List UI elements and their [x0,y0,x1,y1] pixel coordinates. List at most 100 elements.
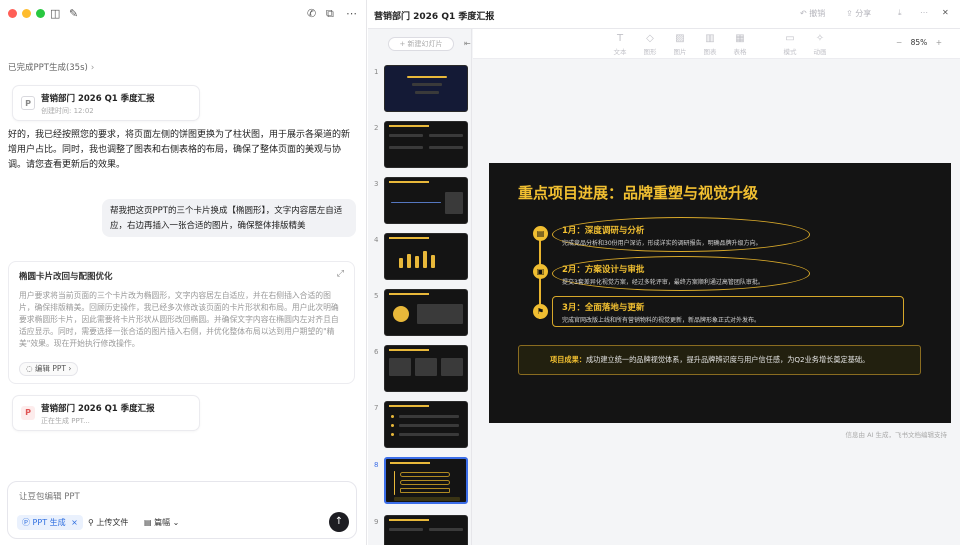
zoom-out-button[interactable]: − [896,38,902,47]
undo-button[interactable]: ↶ 撤销 [800,8,825,19]
file-created-time: 创建时间: 12:02 [41,107,94,115]
close-icon[interactable]: ✕ [942,8,949,17]
slide-canvas[interactable]: 重点项目进展：品牌重塑与视觉升级 ▤ 1月：深度调研与分析 完成竞品分析和30份… [489,163,951,423]
thumb-result [394,497,460,501]
thumb-dot [391,424,394,427]
slide-thumbnail-panel: + 新建幻灯片 ⇤ 1 2 3 4 5 6 7 8 9 [368,29,472,545]
item-text-1: 完成竞品分析和30份用户深访，形成详实的调研报告，明确品牌升级方向。 [562,240,762,247]
table-tool-label: 表格 [733,48,747,56]
slide-title[interactable]: 重点项目进展：品牌重塑与视觉升级 [518,182,758,203]
ppt-file-card-generating[interactable]: P 营销部门 2026 Q1 季度汇报 正在生成 PPT... [12,395,200,431]
user-message: 帮我把这页PPT的三个卡片换成【椭圆形】，文字内容居左自适应，右边再插入一张合适… [102,199,356,237]
thinking-body: 用户要求将当前页面的三个卡片改为椭圆形，文字内容居左自适应，并在右侧插入合适的图… [19,291,339,348]
ppt-mode-chip[interactable]: Ⓟ PPT 生成 × [17,515,83,530]
chat-pane: ◫ ✎ ✆ ⧉ ⋯ 已完成PPT生成(35s) › P 营销部门 2026 Q1 … [0,0,367,545]
thumb-title [389,181,429,183]
shape-tool[interactable]: ◇ 图形 [637,33,663,56]
new-slide-button[interactable]: + 新建幻灯片 [388,37,454,51]
undo-icon: ↶ [800,9,807,18]
file-generating-status: 正在生成 PPT... [41,417,90,425]
mode-tool[interactable]: ▭ 模式 [777,33,803,56]
length-dropdown[interactable]: ▤ 篇幅 ⌄ [144,515,179,530]
collapse-panel-icon[interactable]: ⇤ [464,39,471,48]
status-text: 已完成PPT生成(35s) [8,63,88,73]
minimize-window-button[interactable] [22,9,31,18]
animation-icon: ✧ [815,33,825,44]
thumb-timeline [394,471,395,495]
slide-thumbnail-2[interactable] [384,121,468,168]
slide-thumbnail-3[interactable] [384,177,468,224]
length-label: 篇幅 [154,518,171,527]
slide-thumbnail-7[interactable] [384,401,468,448]
zoom-level[interactable]: 85% [911,38,928,47]
slide-number: 5 [374,292,379,300]
chat-input[interactable] [19,492,319,502]
thumb-line [399,433,459,436]
thinking-card: 椭圆卡片改回与配图优化 ⤢ 用户要求将当前页面的三个卡片改为椭圆形，文字内容居左… [8,261,355,384]
slide-thumbnail-5[interactable] [384,289,468,336]
thumb-table [417,304,463,324]
slide-thumbnail-6[interactable] [384,345,468,392]
more-icon[interactable]: ⋯ [920,8,928,17]
chart-tool-label: 图表 [703,48,717,56]
generation-status[interactable]: 已完成PPT生成(35s) › [8,61,94,73]
thumb-title [389,125,429,127]
thumb-line [399,424,459,427]
project-result-box[interactable]: 项目成果：成功建立统一的品牌视觉体系，提升品牌辨识度与用户信任感，为Q2业务增长… [518,345,921,375]
slide-number: 4 [374,236,379,244]
thumb-pie [393,306,409,322]
slide-number-active: 8 [374,461,379,469]
download-icon[interactable]: ⤓ [898,8,902,18]
text-tool[interactable]: T 文本 [607,33,633,56]
chevron-right-icon: › [68,364,72,373]
thumb-title [389,293,429,295]
item-text-3: 完成官网改版上线和所有营销物料的视觉更新，新品牌形象正式对外发布。 [562,317,761,324]
animation-tool[interactable]: ✧ 动画 [807,33,833,56]
upload-file-button[interactable]: ⚲ 上传文件 [88,515,128,530]
chart-tool[interactable]: ▥ 图表 [697,33,723,56]
thumb-line [429,134,463,137]
shape-tool-label: 图形 [643,48,657,56]
thumb-bar [415,256,419,268]
slide-thumbnail-1[interactable] [384,65,468,112]
image-tool-label: 图片 [673,48,687,56]
share-screen-icon[interactable]: ⧉ [326,8,334,19]
thumb-title [389,519,429,521]
flag-icon: ⚑ [533,304,548,319]
ppt-file-card[interactable]: P 营销部门 2026 Q1 季度汇报 创建时间: 12:02 [12,85,200,121]
expand-icon[interactable]: ⤢ [337,269,344,279]
maximize-window-button[interactable] [36,9,45,18]
item-heading-3: 3月：全面落地与更新 [562,303,645,313]
project-result-label: 项目成果： [550,355,586,364]
image-tool[interactable]: ▨ 图片 [667,33,693,56]
edit-ppt-label: 编辑 PPT [34,364,66,373]
slide-thumbnail-8-active[interactable] [384,457,468,504]
thumb-card [415,358,437,376]
window-controls [8,9,45,18]
edit-ppt-chip[interactable]: ◌ 编辑 PPT › [19,362,79,376]
slide-thumbnail-9[interactable] [384,515,468,545]
thumb-line [399,415,459,418]
zoom-control: − 85% + [890,38,948,47]
thumb-bar [407,254,411,268]
thumb-bar [423,251,427,268]
phone-icon[interactable]: ✆ [307,8,316,19]
zoom-in-button[interactable]: + [936,38,942,47]
new-chat-icon[interactable]: ✎ [69,8,78,19]
sidebar-toggle-icon[interactable]: ◫ [50,8,60,19]
thumb-title [389,237,429,239]
send-button[interactable]: ↑ [329,512,349,532]
more-icon[interactable]: ⋯ [346,8,357,19]
slide-thumbnail-4[interactable] [384,233,468,280]
close-icon[interactable]: × [71,518,78,527]
close-window-button[interactable] [8,9,17,18]
thumb-line [389,146,423,149]
project-result-body: 成功建立统一的品牌视觉体系，提升品牌辨识度与用户信任感，为Q2业务增长奠定基础。 [585,355,870,364]
slide-number: 2 [374,124,379,132]
thumb-title [407,76,447,78]
thumb-line [415,91,439,94]
table-tool[interactable]: ▦ 表格 [727,33,753,56]
project-result-text: 项目成果：成功建立统一的品牌视觉体系，提升品牌辨识度与用户信任感，为Q2业务增长… [550,355,869,365]
ppt-mode-label: PPT 生成 [32,518,66,527]
share-button[interactable]: ⇪ 分享 [846,8,871,19]
